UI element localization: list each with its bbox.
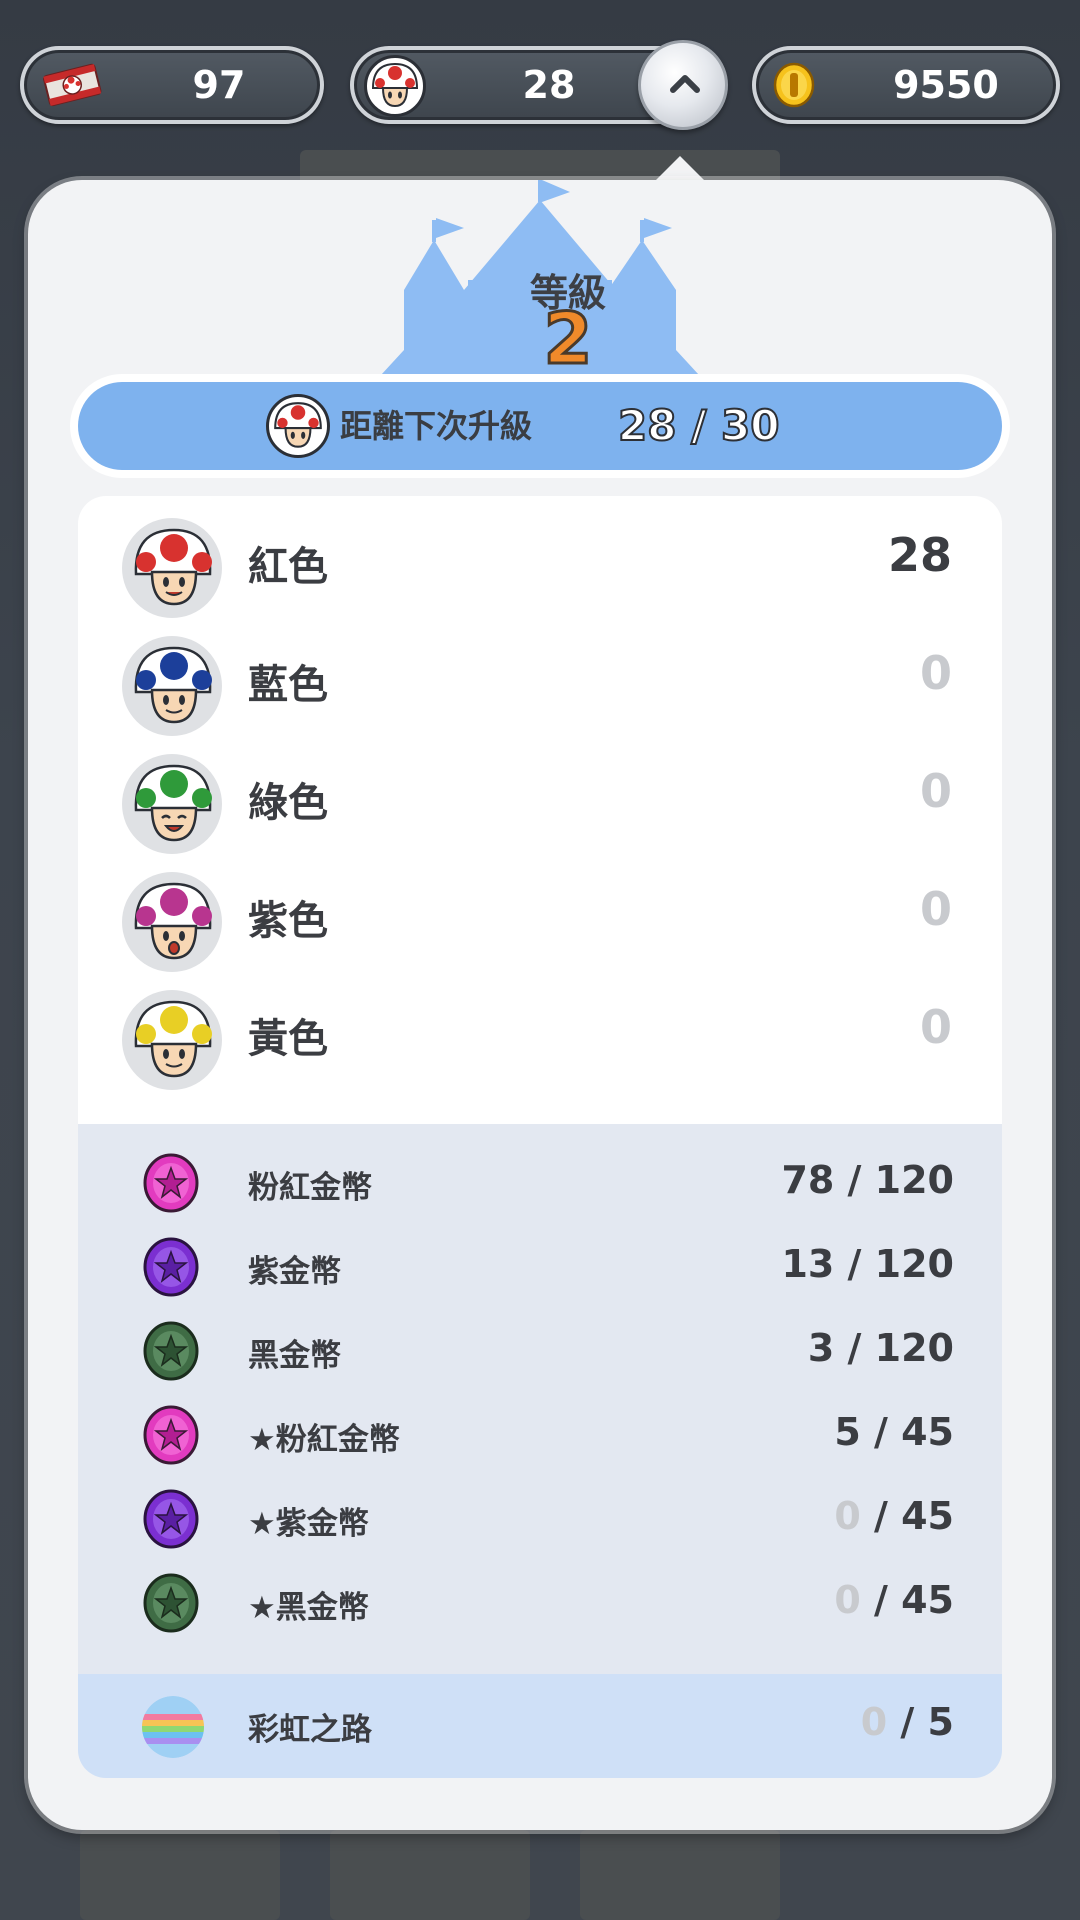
level-progress-bar: 距離下次升級 28 / 30 [78,382,1002,470]
coin-label: ★粉紅金幣 [248,1422,400,1458]
coin-label: 紫金幣 [248,1254,341,1290]
list-item: 綠色 0 [78,742,1002,860]
list-item: 黑金幣 3 / 120 [78,1310,1002,1394]
coin-counter[interactable]: 9550 [752,46,1060,124]
gold-coin-icon [773,62,815,108]
yellow-toad-avatar [122,990,222,1090]
toad-count: 28 [522,63,576,107]
toad-color-label: 紅色 [248,544,328,590]
green-toad-avatar [122,754,222,854]
rainbow-icon [142,1696,204,1758]
toad-color-count: 0 [919,764,952,818]
toad-color-label: 藍色 [248,662,328,708]
coin-have: 5 [834,1410,861,1454]
purple-coin-icon [143,1237,199,1297]
toad-color-count: 0 [919,882,952,936]
rainbow-total: 5 [927,1700,954,1744]
coin-progress: 5 / 45 [834,1410,954,1454]
coin-total: 120 [874,1326,954,1370]
toad-ticket-icon [43,63,102,107]
pink-coin-icon [143,1405,199,1465]
ticket-count: 97 [192,63,246,107]
coin-total: 45 [901,1578,954,1622]
coin-progress: 13 / 120 [781,1242,954,1286]
black-coin-icon [143,1321,199,1381]
coin-progress: 3 / 120 [807,1326,954,1370]
toad-stats-panel: 距離下次升級 28 / 30 紅色 28 藍色 0 綠色 0 紫色 0 黃色 0… [28,180,1052,1830]
key-coin-list: 粉紅金幣 78 / 120 紫金幣 13 / 120 黑金幣 3 / 120 ★… [78,1124,1002,1674]
level-number: 2 [542,297,594,382]
resource-bar: 97 28 9550 [0,40,1080,140]
rainbow-label: 彩虹之路 [248,1712,372,1748]
toad-color-list: 紅色 28 藍色 0 綠色 0 紫色 0 黃色 0 [78,496,1002,1124]
list-item: 紫金幣 13 / 120 [78,1226,1002,1310]
coin-have: 3 [807,1326,835,1370]
list-item: 紅色 28 [78,506,1002,624]
next-level-label: 距離下次升級 [340,407,533,445]
coin-have: 78 [781,1158,835,1202]
purple-coin-icon [143,1489,199,1549]
coin-label: ★紫金幣 [248,1506,369,1542]
toad-color-label: 綠色 [248,780,328,826]
coin-total: 45 [901,1494,954,1538]
toad-color-label: 黃色 [248,1016,328,1062]
coin-label: ★黑金幣 [248,1590,369,1626]
toad-color-label: 紫色 [248,898,328,944]
coin-progress: 0 / 45 [834,1494,954,1538]
coin-total: 120 [874,1158,954,1202]
coin-have: 13 [781,1242,835,1286]
progress-current: 28 [617,400,677,451]
toad-head-icon [364,55,426,117]
red-toad-avatar [122,518,222,618]
list-item: 黃色 0 [78,978,1002,1096]
list-item: 紫色 0 [78,860,1002,978]
list-item: 藍色 0 [78,624,1002,742]
collapse-button[interactable] [638,40,728,130]
list-item: ★黑金幣 0 / 45 [78,1562,1002,1646]
coin-label: 粉紅金幣 [248,1170,372,1206]
panel-pointer [654,156,706,182]
progress-separator: / [690,400,707,451]
coin-total: 120 [874,1242,954,1286]
coin-count: 9550 [893,63,999,107]
next-level-count: 28 / 30 [617,382,781,470]
coin-have: 0 [834,1494,861,1538]
coin-label: 黑金幣 [248,1338,341,1374]
pink-coin-icon [143,1153,199,1213]
black-coin-icon [143,1573,199,1633]
coin-have: 0 [834,1578,861,1622]
progress-target: 30 [720,400,780,451]
coin-progress: 0 / 45 [834,1578,954,1622]
list-item: 粉紅金幣 78 / 120 [78,1142,1002,1226]
list-item: ★粉紅金幣 5 / 45 [78,1394,1002,1478]
purple-toad-avatar [122,872,222,972]
rainbow-have: 0 [860,1700,888,1744]
chevron-up-icon [670,75,700,93]
ticket-counter[interactable]: 97 [20,46,324,124]
rainbow-progress: 0 / 5 [860,1700,954,1744]
toad-head-icon [266,394,330,458]
blue-toad-avatar [122,636,222,736]
coin-progress: 78 / 120 [781,1158,954,1202]
toad-color-count: 0 [919,1000,952,1054]
toad-color-count: 28 [887,528,952,582]
rainbow-road-row: 彩虹之路 0 / 5 [78,1674,1002,1778]
list-item: ★紫金幣 0 / 45 [78,1478,1002,1562]
toad-color-count: 0 [919,646,952,700]
coin-total: 45 [901,1410,954,1454]
